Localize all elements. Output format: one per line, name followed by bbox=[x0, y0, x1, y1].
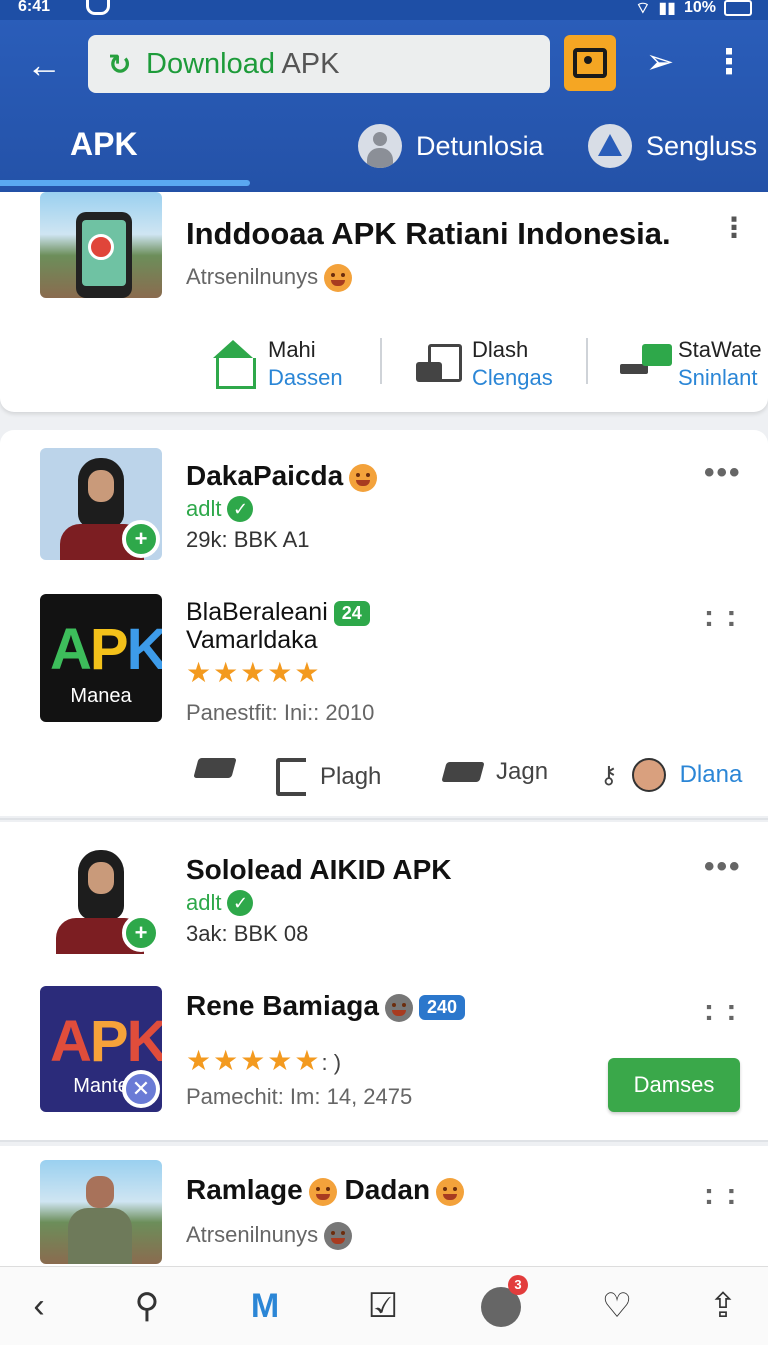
share-icon[interactable]: ⇪ bbox=[698, 1281, 748, 1331]
featured-subtitle: Atrsenilnunys bbox=[186, 264, 353, 293]
person-icon bbox=[358, 124, 402, 168]
emoji-icon bbox=[324, 1222, 353, 1251]
emoji-icon bbox=[384, 993, 413, 1022]
check-icon: ✓ bbox=[227, 496, 254, 522]
emoji-icon bbox=[436, 1177, 465, 1206]
post-author: DakaPaicda bbox=[186, 460, 378, 492]
back-icon[interactable]: ‹ bbox=[14, 1281, 64, 1331]
tab-indicator bbox=[0, 180, 250, 186]
share-icon bbox=[441, 762, 485, 782]
app-details: Panestfit: Ini:: 2010 bbox=[186, 700, 375, 725]
notification-badge: 3 bbox=[508, 1275, 528, 1295]
tab-chip-label: Detunlosia bbox=[416, 130, 544, 161]
camera-button[interactable] bbox=[564, 35, 616, 91]
chat-doc-icon bbox=[414, 340, 462, 388]
emoji-icon bbox=[324, 264, 353, 293]
featured-thumbnail[interactable] bbox=[40, 192, 162, 298]
action-button[interactable]: Damses bbox=[608, 1058, 740, 1112]
featured-action-3[interactable]: StaWate Sninlant bbox=[620, 336, 762, 392]
phone-image bbox=[76, 212, 132, 298]
app-bar: ← ↻ Download APK ➢ ⋮ APK Detunlosia Seng… bbox=[0, 20, 768, 192]
more-icon[interactable]: : : bbox=[704, 600, 738, 634]
forward-button[interactable]: Jagn bbox=[441, 758, 548, 786]
more-horiz-icon[interactable]: ••• bbox=[704, 456, 742, 490]
tab-apk[interactable]: APK bbox=[70, 126, 138, 163]
app-name-line2: Vamarldaka bbox=[186, 626, 318, 654]
featured-action-2[interactable]: Dlash Clengas bbox=[414, 336, 553, 392]
status-time: 6:41 bbox=[18, 0, 51, 15]
home-icon bbox=[210, 340, 258, 389]
app-name: BlaBeraleani 24 bbox=[186, 598, 370, 627]
signal-icon: ▮▮ bbox=[658, 0, 676, 17]
status-icons: ⌔ ▮▮ 10% bbox=[635, 0, 752, 18]
mail-forward-icon bbox=[620, 340, 672, 388]
share-icon bbox=[193, 758, 237, 778]
count-badge: 24 bbox=[333, 600, 370, 626]
post-subtitle: Atrsenilnunys bbox=[186, 1222, 353, 1251]
bottom-navigation: ‹ ⚲ M ☑ 3 ♡ ⇪ bbox=[0, 1266, 768, 1345]
camera-icon bbox=[573, 48, 607, 78]
tab-chip-1[interactable]: Detunlosia bbox=[358, 124, 544, 168]
x-badge-icon: ✕ bbox=[122, 1070, 160, 1108]
follow-plus-icon[interactable]: + bbox=[122, 914, 160, 952]
user-link[interactable]: ⚷ Dlana bbox=[600, 758, 742, 792]
divider bbox=[586, 338, 588, 384]
battery-text: 10% bbox=[683, 0, 716, 16]
chat-icon[interactable]: 3 bbox=[476, 1275, 528, 1331]
heart-icon[interactable]: ♡ bbox=[592, 1281, 642, 1331]
battery-icon bbox=[724, 0, 752, 16]
tab-chip-label: Sengluss bbox=[646, 130, 758, 161]
edit-icon[interactable]: ☑ bbox=[358, 1281, 408, 1331]
featured-action-1[interactable]: Mahi Dassen bbox=[210, 336, 343, 392]
post-thumbnail[interactable] bbox=[40, 1160, 162, 1264]
more-horiz-icon[interactable]: ••• bbox=[704, 850, 742, 884]
avatar bbox=[631, 758, 666, 792]
triangle-icon bbox=[588, 124, 632, 168]
check-icon: ✓ bbox=[227, 890, 254, 916]
post-author: Sololead AIKID APK bbox=[186, 854, 452, 885]
key-icon: ⚷ bbox=[600, 761, 618, 789]
notification-icon bbox=[86, 0, 110, 15]
featured-card[interactable]: Inddooaa APK Ratiani Indonesia. Atrsenil… bbox=[0, 192, 768, 412]
featured-title: Inddooaa APK Ratiani Indonesia. bbox=[186, 216, 671, 251]
post-meta: 3ak: BBK 08 bbox=[186, 921, 309, 946]
mail-icon[interactable]: M bbox=[240, 1281, 290, 1331]
divider bbox=[0, 818, 768, 820]
tab-chip-2[interactable]: Sengluss bbox=[588, 124, 757, 168]
divider bbox=[380, 338, 382, 384]
divider bbox=[0, 1140, 768, 1142]
app-icon[interactable]: APK Manea bbox=[40, 594, 162, 722]
search-label: Download APK bbox=[146, 47, 340, 80]
app-name: Rene Bamiaga 240 bbox=[186, 990, 466, 1022]
post-meta: 29k: BBK A1 bbox=[186, 527, 310, 552]
copy-button[interactable]: Plagh bbox=[276, 758, 381, 796]
search-bar[interactable]: ↻ Download APK bbox=[88, 35, 550, 93]
more-vert-icon[interactable]: ⋮ bbox=[712, 42, 746, 82]
follow-plus-icon[interactable]: + bbox=[122, 520, 160, 558]
send-icon[interactable]: ➢ bbox=[640, 42, 680, 82]
more-icon[interactable]: : : bbox=[704, 1178, 738, 1212]
refresh-icon: ↻ bbox=[108, 48, 132, 80]
share-button[interactable] bbox=[193, 758, 237, 778]
wifi-icon: ⌔ bbox=[635, 0, 651, 17]
count-badge: 240 bbox=[418, 995, 466, 1021]
verified-label: adlt ✓ bbox=[186, 496, 254, 522]
emoji-icon bbox=[349, 463, 378, 492]
star-rating: ★★★★★ bbox=[186, 657, 322, 688]
back-arrow-icon[interactable]: ← bbox=[24, 46, 64, 86]
status-bar: 6:41 ⌔ ▮▮ 10% bbox=[0, 0, 768, 20]
emoji-icon bbox=[308, 1177, 337, 1206]
more-vert-icon[interactable]: ⋮ bbox=[720, 214, 748, 242]
app-details: Pamechit: Im: 14, 2475 bbox=[186, 1084, 413, 1109]
search-icon[interactable]: ⚲ bbox=[122, 1281, 172, 1331]
star-rating: ★★★★★: ) bbox=[186, 1045, 342, 1076]
more-icon[interactable]: : : bbox=[704, 994, 738, 1028]
post-title: Ramlage Dadan bbox=[186, 1174, 465, 1206]
copy-icon bbox=[276, 758, 306, 796]
verified-label: adlt ✓ bbox=[186, 890, 254, 916]
